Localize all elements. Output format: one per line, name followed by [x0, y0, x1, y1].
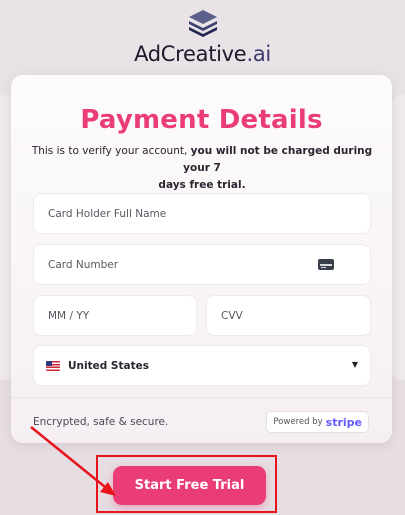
card-holder-placeholder: Card Holder Full Name	[48, 207, 167, 220]
page-title: Payment Details	[80, 105, 323, 135]
payment-card: Payment Details This is to verify your a…	[11, 75, 392, 443]
country-select[interactable]: United States ▼	[33, 345, 371, 386]
card-number-field[interactable]: Card Number	[33, 244, 371, 285]
brand-name: AdCreative.ai	[0, 42, 405, 66]
stacked-layers-icon	[188, 10, 217, 37]
country-value: United States	[68, 359, 149, 372]
stripe-logo: stripe	[325, 415, 362, 429]
cvv-placeholder: CVV	[221, 309, 243, 322]
expiry-placeholder: MM / YY	[48, 309, 90, 322]
brand-wordmark: AdCreative	[134, 42, 247, 66]
subtitle-bold: you will not be charged during your 7	[183, 145, 373, 174]
subtitle-line2: days free trial.	[158, 179, 246, 191]
powered-by-label: Powered by	[273, 417, 323, 427]
subtitle-prefix: This is to verify your account,	[31, 145, 191, 157]
us-flag-icon	[46, 360, 60, 371]
logo: AdCreative.ai	[0, 8, 405, 66]
divider	[11, 397, 392, 398]
start-free-trial-button[interactable]: Start Free Trial	[113, 466, 266, 505]
security-note: Encrypted, safe & secure.	[33, 416, 169, 428]
powered-by-stripe-badge[interactable]: Powered by stripe	[266, 411, 369, 433]
background-card-right	[391, 95, 405, 380]
credit-card-icon	[318, 259, 334, 270]
expiry-field[interactable]: MM / YY	[33, 295, 197, 336]
subtitle: This is to verify your account, you will…	[29, 143, 375, 194]
brand-suffix: .ai	[246, 42, 271, 66]
dropdown-arrow-icon: ▼	[351, 360, 358, 369]
cvv-field[interactable]: CVV	[206, 295, 371, 336]
card-number-placeholder: Card Number	[48, 258, 119, 271]
card-holder-name-field[interactable]: Card Holder Full Name	[33, 193, 371, 234]
